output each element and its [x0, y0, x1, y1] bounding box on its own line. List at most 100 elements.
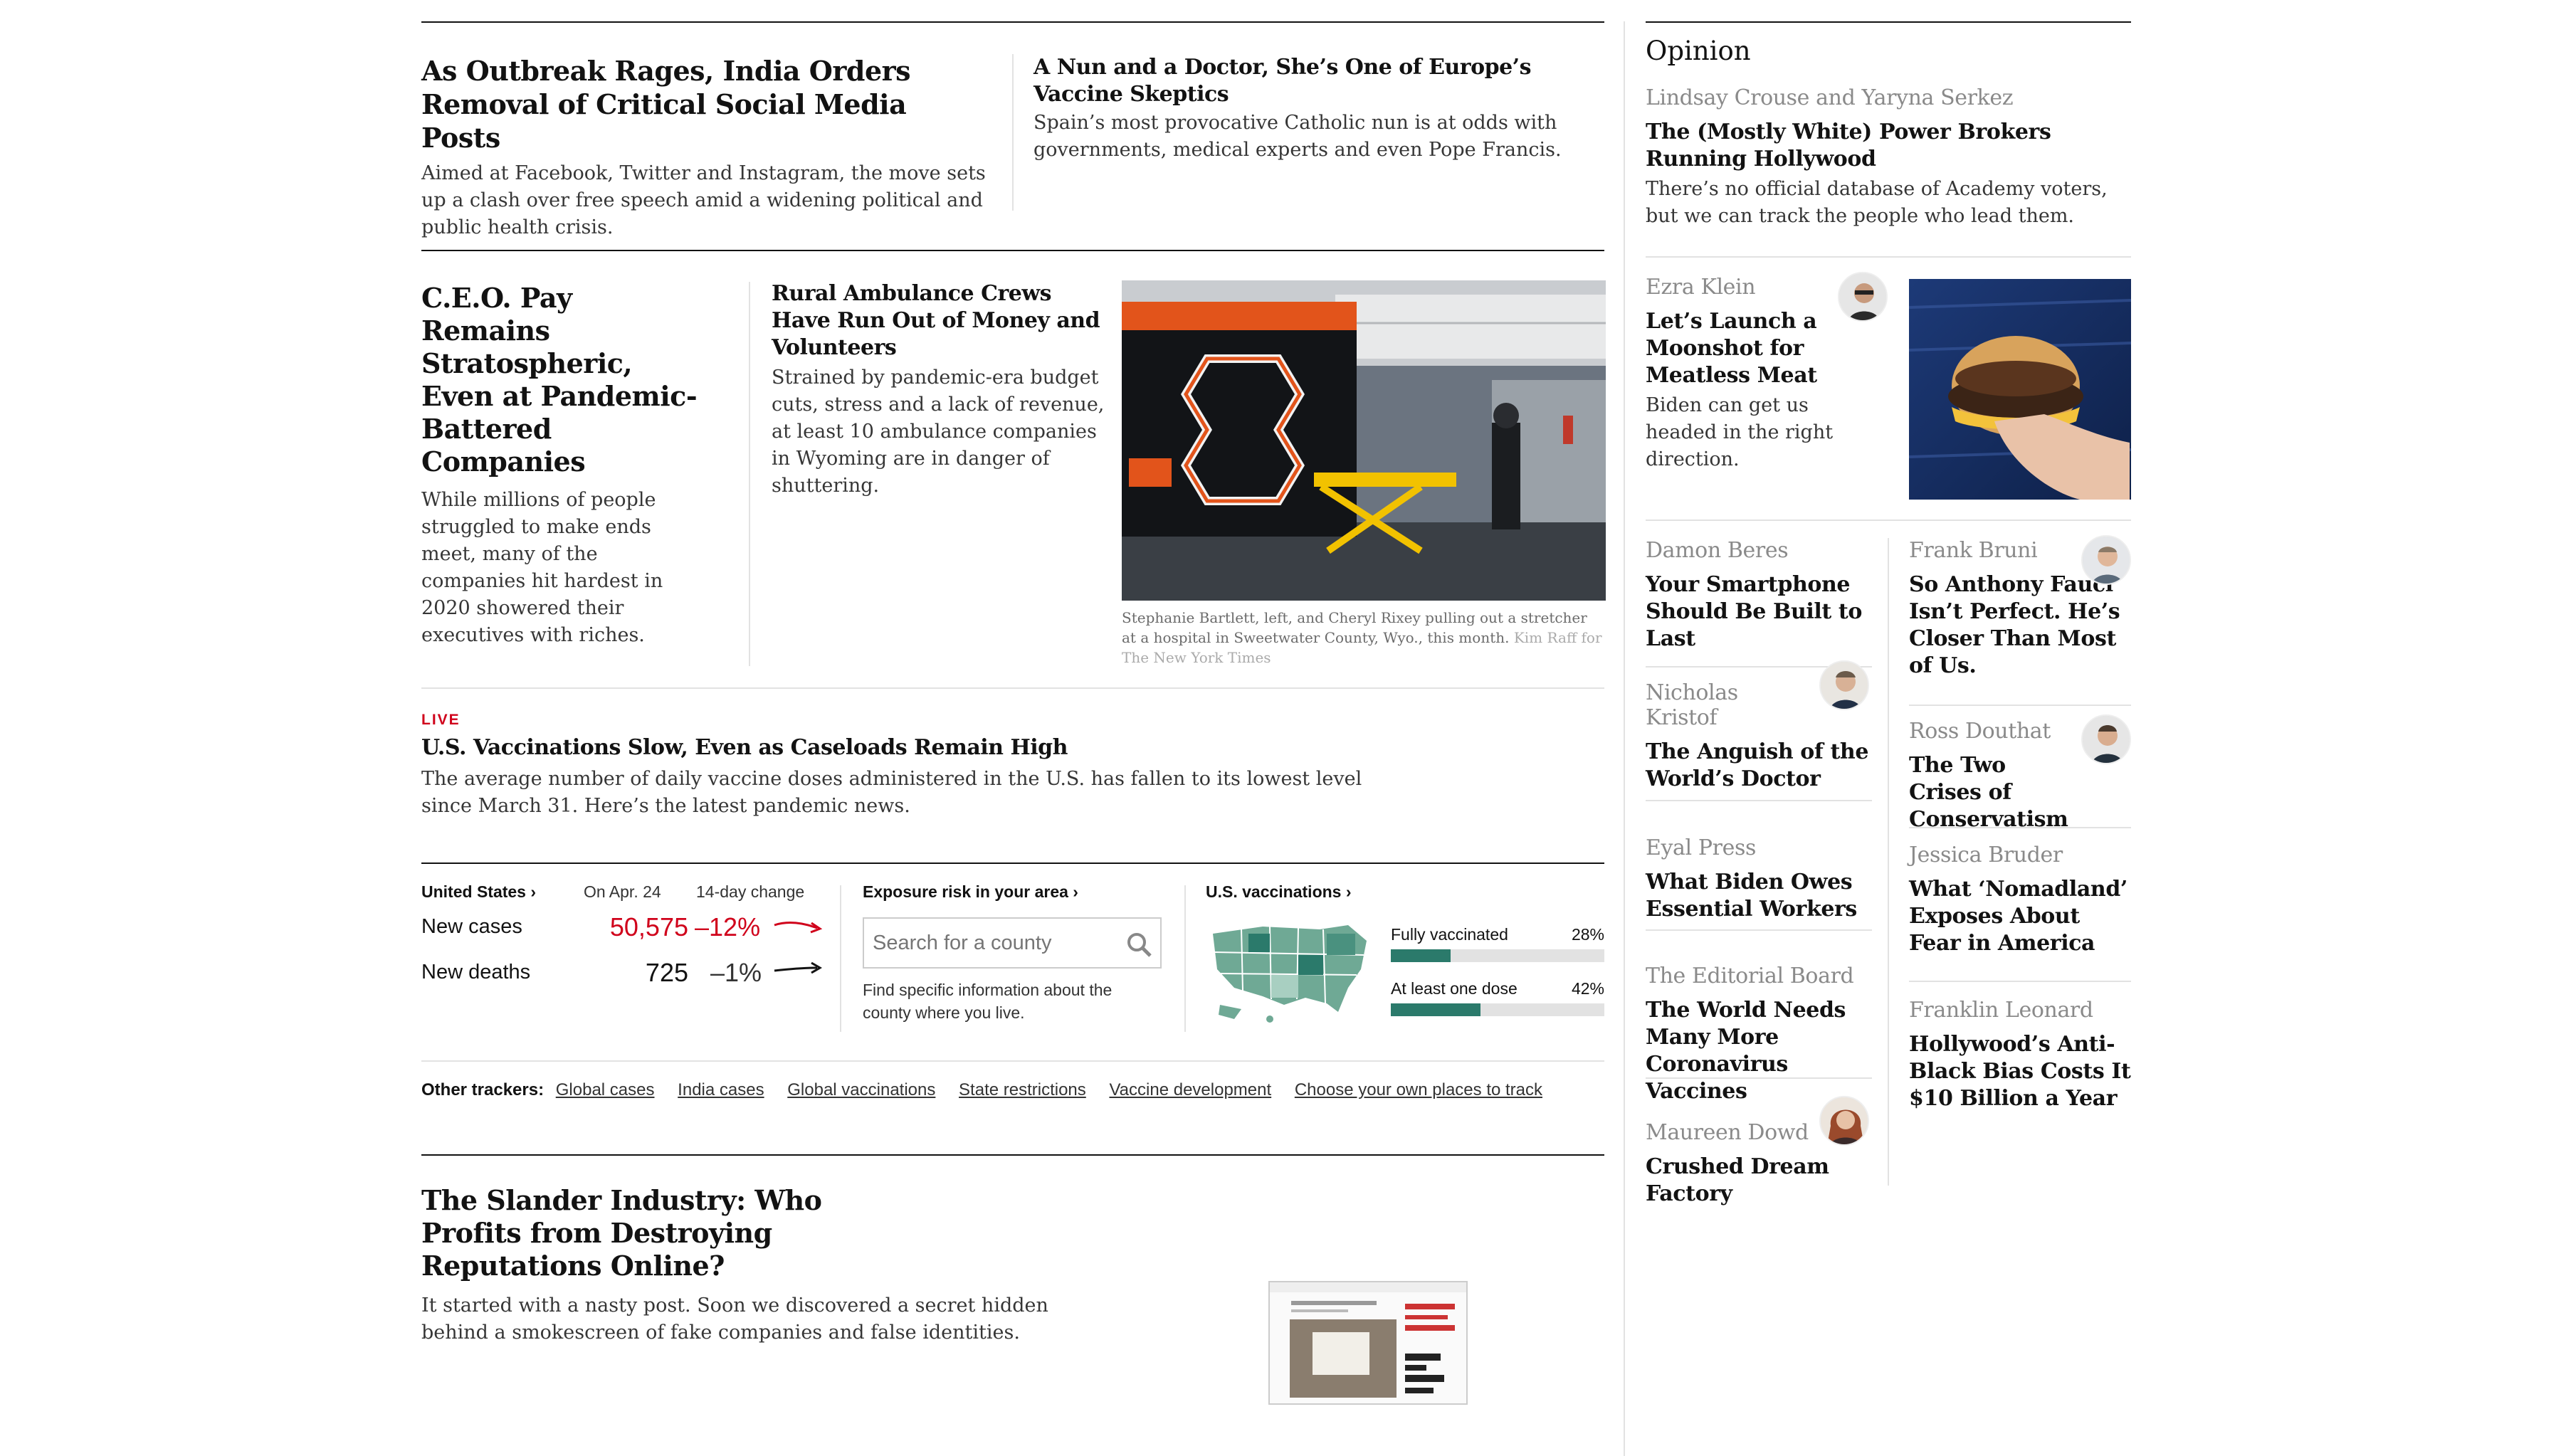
section-rule: [421, 1154, 1604, 1156]
story-headline[interactable]: A Nun and a Doctor, She’s One of Europe’…: [1033, 54, 1610, 108]
vaccination-tracker[interactable]: U.S. vaccinations › Fully vaccinated 28%…: [1206, 882, 1608, 1023]
opinion-byline: Nicholas Kristof: [1646, 680, 1738, 730]
live-summary: The average number of daily vaccine dose…: [421, 768, 1362, 817]
story-headline[interactable]: Rural Ambulance Crews Have Run Out of Mo…: [772, 280, 1106, 362]
story-summary: Aimed at Facebook, Twitter and Instagram…: [421, 162, 986, 238]
opinion-section-title[interactable]: Opinion: [1646, 36, 1751, 66]
opinion-item[interactable]: Jessica Bruder What ‘Nomadland’ Exposes …: [1909, 843, 2131, 998]
fully-vaccinated-pct: 28%: [1571, 925, 1604, 944]
exposure-label[interactable]: Exposure risk in your area ›: [863, 882, 1169, 902]
fully-vaccinated-bar: [1391, 949, 1604, 962]
story-summary: It started with a nasty post. Soon we di…: [421, 1294, 1048, 1344]
divider: [749, 282, 750, 666]
section-rule: [421, 250, 1604, 251]
deaths-change: –1%: [710, 958, 762, 987]
opinion-lead[interactable]: Lindsay Crouse and Yaryna Serkez The (Mo…: [1646, 85, 2131, 230]
one-dose-label: At least one dose: [1391, 979, 1518, 998]
divider: [1909, 705, 2131, 706]
divider: [1646, 519, 2131, 521]
tracker-link-india-cases[interactable]: India cases: [678, 1080, 764, 1099]
ezra-klein-avatar: [1838, 272, 1888, 322]
opinion-byline: Eyal Press: [1646, 835, 1756, 860]
top-rule: [421, 21, 1604, 23]
story-slander-industry[interactable]: The Slander Industry: Who Profits from D…: [421, 1184, 1133, 1346]
opinion-item[interactable]: Eyal Press What Biden Owes Essential Wor…: [1646, 835, 1872, 964]
opinion-headline[interactable]: The World Needs Many More Coronavirus Va…: [1646, 997, 1872, 1105]
opinion-headline[interactable]: Crushed Dream Factory: [1646, 1154, 1831, 1208]
trend-up-arrow-icon: [774, 922, 823, 934]
opinion-headline[interactable]: So Anthony Fauci Isn’t Perfect. He’s Clo…: [1909, 571, 2131, 680]
live-headline[interactable]: U.S. Vaccinations Slow, Even as Caseload…: [421, 734, 1418, 761]
opinion-top-rule: [1646, 21, 2131, 23]
burger-photo[interactable]: [1909, 279, 2131, 500]
opinion-byline: Lindsay Crouse and Yaryna Serkez: [1646, 85, 2014, 110]
date-label: On Apr. 24: [584, 882, 661, 901]
story-nun-doctor[interactable]: A Nun and a Doctor, She’s One of Europe’…: [1033, 54, 1610, 164]
frank-bruni-avatar: [2081, 535, 2131, 585]
story-rural-ambulance[interactable]: Rural Ambulance Crews Have Run Out of Mo…: [772, 280, 1106, 500]
live-story[interactable]: LIVE U.S. Vaccinations Slow, Even as Cas…: [421, 712, 1418, 820]
exposure-note: Find specific information about the coun…: [863, 981, 1113, 1022]
opinion-headline[interactable]: Your Smartphone Should Be Built to Last: [1646, 571, 1872, 653]
opinion-headline[interactable]: Let’s Launch a Moonshot for Meatless Mea…: [1646, 308, 1873, 389]
deaths-label: New deaths: [421, 961, 531, 983]
opinion-summary: There’s no official database of Academy …: [1646, 178, 2108, 227]
live-kicker: LIVE: [421, 712, 461, 728]
opinion-headline[interactable]: What ‘Nomadland’ Exposes About Fear in A…: [1909, 876, 2131, 957]
story-headline[interactable]: C.E.O. Pay Remains Stratospheric, Even a…: [421, 282, 706, 478]
divider: [1888, 538, 1889, 1186]
exposure-tracker[interactable]: Exposure risk in your area › Find specif…: [863, 882, 1169, 1024]
ross-douthat-avatar: [2081, 714, 2131, 764]
opinion-headline[interactable]: The Two Crises of Conservatism: [1909, 752, 2080, 833]
tracker-link-choose-places[interactable]: Choose your own places to track: [1295, 1080, 1542, 1099]
ambulance-photo[interactable]: [1122, 280, 1606, 601]
county-search-box[interactable]: [863, 917, 1162, 969]
story-ceo-pay[interactable]: C.E.O. Pay Remains Stratospheric, Even a…: [421, 282, 706, 649]
story-india-posts[interactable]: As Outbreak Rages, India Orders Removal …: [421, 54, 991, 241]
opinion-headline[interactable]: The (Mostly White) Power Brokers Running…: [1646, 119, 2108, 173]
opinion-headline[interactable]: What Biden Owes Essential Workers: [1646, 869, 1872, 923]
opinion-byline: Franklin Leonard: [1909, 998, 2093, 1023]
photo-caption: Stephanie Bartlett, left, and Cheryl Rix…: [1122, 608, 1606, 668]
story-summary: Strained by pandemic-era budget cuts, st…: [772, 366, 1105, 497]
fully-vaccinated-label: Fully vaccinated: [1391, 925, 1508, 944]
maureen-dowd-avatar: [1819, 1096, 1869, 1146]
slander-thumbnail[interactable]: [1268, 1281, 1468, 1405]
us-tracker[interactable]: United States › On Apr. 24 14-day change…: [421, 882, 823, 998]
divider: [1012, 54, 1014, 211]
divider: [1646, 800, 1872, 801]
one-dose-fill: [1391, 1003, 1480, 1016]
opinion-headline[interactable]: Hollywood’s Anti-Black Bias Costs It $10…: [1909, 1031, 2131, 1112]
section-rule: [421, 1060, 1604, 1062]
section-rule: [421, 687, 1604, 689]
deaths-value: 725: [645, 958, 688, 987]
tracker-link-state-restrictions[interactable]: State restrictions: [959, 1080, 1086, 1099]
tracker-link-vaccine-development[interactable]: Vaccine development: [1109, 1080, 1271, 1099]
story-headline[interactable]: As Outbreak Rages, India Orders Removal …: [421, 54, 991, 154]
one-dose-pct: 42%: [1571, 979, 1604, 998]
opinion-byline: Jessica Bruder: [1909, 843, 2063, 867]
one-dose-bar: [1391, 1003, 1604, 1016]
opinion-item[interactable]: Damon Beres Your Smartphone Should Be Bu…: [1646, 538, 1872, 680]
us-vaccination-map[interactable]: [1206, 919, 1377, 1026]
divider: [1646, 256, 2131, 258]
cases-label: New cases: [421, 915, 522, 938]
divider: [1909, 981, 2131, 982]
opinion-headline[interactable]: The Anguish of the World’s Doctor: [1646, 739, 1872, 793]
cases-change: –12%: [695, 912, 761, 941]
cases-value: 50,575: [609, 912, 688, 941]
divider: [1646, 929, 1872, 931]
search-icon[interactable]: [1126, 932, 1153, 959]
tracker-link-global-vaccinations[interactable]: Global vaccinations: [787, 1080, 935, 1099]
divider: [840, 885, 841, 1032]
opinion-item[interactable]: Franklin Leonard Hollywood’s Anti-Black …: [1909, 998, 2131, 1140]
story-headline[interactable]: The Slander Industry: Who Profits from D…: [421, 1184, 905, 1282]
tracker-link-global-cases[interactable]: Global cases: [556, 1080, 655, 1099]
county-search-input[interactable]: [864, 919, 1106, 968]
vaccinations-label[interactable]: U.S. vaccinations ›: [1206, 882, 1608, 902]
divider: [1909, 827, 2131, 828]
us-label[interactable]: United States ›: [421, 882, 536, 902]
opinion-byline: Damon Beres: [1646, 538, 1789, 563]
change-label: 14-day change: [696, 882, 805, 901]
opinion-right-list: Frank Bruni So Anthony Fauci Isn’t Perfe…: [1909, 538, 2131, 1140]
